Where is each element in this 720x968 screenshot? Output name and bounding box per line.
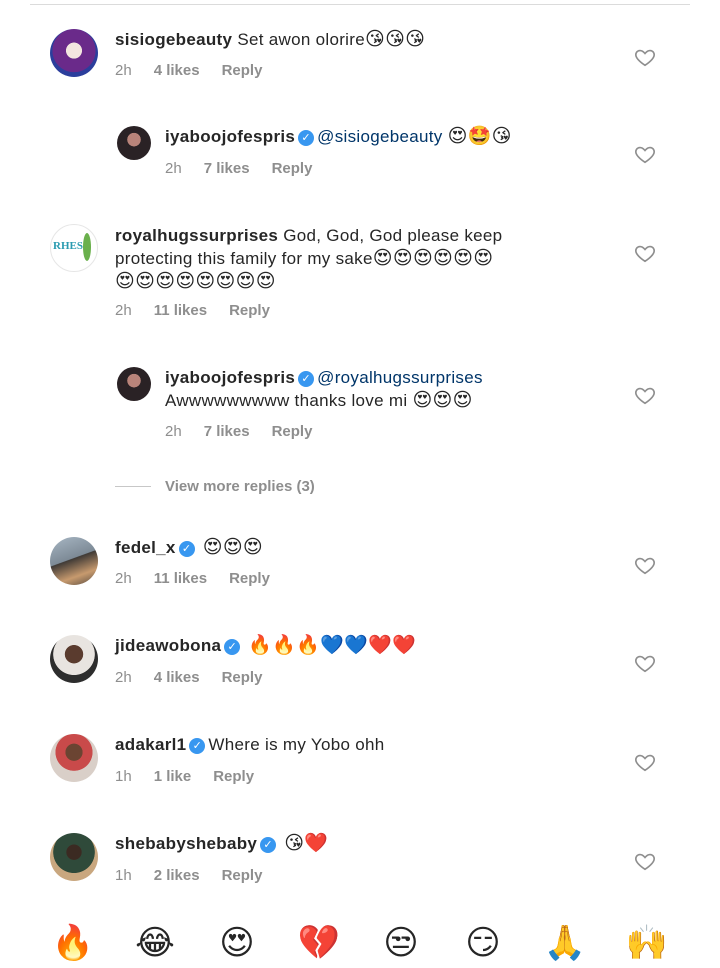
avatar[interactable] [50,833,98,881]
mention-link[interactable]: @royalhugssurprises [317,368,483,387]
likes-count[interactable]: 2 likes [154,867,200,884]
reply-button[interactable]: Reply [229,302,270,319]
timestamp: 2h [115,669,132,686]
reply-button[interactable]: Reply [222,669,263,686]
heart-eyes-emoji-button[interactable]: 😍 [215,923,259,963]
comment-text: fedel_x ✓ 😍😍😍 [115,536,263,559]
timestamp: 1h [115,768,132,785]
mention-link[interactable]: @sisiogebeauty [317,127,442,146]
emoji-text: 😍🤩😘 [447,126,512,147]
heart-icon[interactable] [634,554,656,576]
heart-icon[interactable] [634,850,656,872]
heart-icon[interactable] [634,384,656,406]
laughing-emoji-button[interactable]: 😂 [133,923,177,963]
likes-count[interactable]: 4 likes [154,669,200,686]
broken-heart-emoji-button[interactable]: 💔 [297,923,341,963]
pray-emoji-button[interactable]: 🙏 [543,923,587,963]
comment-text: jideawobona ✓ 🔥🔥🔥💙💙❤️❤️ [115,634,416,657]
emoji-text: 😘😘😘 [364,29,426,50]
avatar[interactable] [117,126,151,160]
username[interactable]: jideawobona [115,636,221,655]
timestamp: 2h [165,160,182,177]
avatar[interactable] [117,367,151,401]
reply-button[interactable]: Reply [213,768,254,785]
timestamp: 2h [115,302,132,319]
username[interactable]: adakarl1 [115,735,186,754]
timestamp: 2h [115,62,132,79]
likes-count[interactable]: 4 likes [154,62,200,79]
reply-button[interactable]: Reply [272,160,313,177]
username[interactable]: iyaboojofespris [165,368,295,387]
smirk-emoji-button[interactable]: 😏 [461,923,505,963]
verified-badge-icon: ✓ [224,639,241,655]
heart-icon[interactable] [634,242,656,264]
likes-count[interactable]: 7 likes [204,423,250,440]
unamused-emoji-button[interactable]: 😒 [379,923,423,963]
username[interactable]: royalhugssurprises [115,226,278,245]
likes-count[interactable]: 11 likes [154,570,207,587]
avatar[interactable] [50,537,98,585]
comment-meta: 1h 1 like Reply [115,768,276,785]
comment-text: iyaboojofespris ✓ @royalhugssurprises Awww… [165,368,483,411]
comment-text: shebabyshebaby ✓ 😘❤️ [115,832,328,855]
emoji-text: 😍😍😍 [202,537,264,558]
reply-button[interactable]: Reply [222,62,263,79]
verified-badge-icon: ✓ [260,837,277,853]
avatar[interactable] [50,734,98,782]
timestamp: 2h [165,423,182,440]
comment-meta: 2h 11 likes Reply [115,302,292,319]
heart-icon[interactable] [634,751,656,773]
heart-icon[interactable] [634,652,656,674]
reply-button[interactable]: Reply [229,570,270,587]
username[interactable]: iyaboojofespris [165,127,295,146]
timestamp: 1h [115,867,132,884]
view-more-replies-button[interactable]: View more replies (3) [115,478,315,495]
comment-text: iyaboojofespris ✓ @sisiogebeauty 😍🤩😘 [165,125,512,148]
likes-count[interactable]: 7 likes [204,160,250,177]
avatar[interactable]: RHES [50,224,98,272]
likes-count[interactable]: 11 likes [154,302,207,319]
verified-badge-icon: ✓ [189,738,206,754]
verified-badge-icon: ✓ [178,541,195,557]
heart-icon[interactable] [634,143,656,165]
raised-hands-emoji-button[interactable]: 🙌 [625,923,669,963]
timestamp: 2h [115,570,132,587]
reply-button[interactable]: Reply [222,867,263,884]
comment-text: adakarl1 ✓ Where is my Yobo ohh [115,735,385,754]
username[interactable]: shebabyshebaby [115,834,257,853]
divider-line [115,486,151,487]
emoji-quick-bar: 🔥 😂 😍 💔 😒 😏 🙏 🙌 [0,915,720,968]
comment-text: royalhugssurprises God, God, God please … [115,226,503,292]
avatar[interactable] [50,635,98,683]
emoji-text: 😍😍😍 [412,390,473,411]
comment-text: sisiogebeauty Set awon olorire😘😘😘 [115,29,426,50]
emoji-text: 🔥🔥🔥💙💙❤️❤️ [248,635,416,656]
comment-meta: 1h 2 likes Reply [115,867,284,884]
comment-meta: 2h 11 likes Reply [115,570,292,587]
emoji-text: 😘❤️ [284,833,329,854]
username[interactable]: sisiogebeauty [115,30,232,49]
likes-count[interactable]: 1 like [154,768,192,785]
comment-meta: 2h 4 likes Reply [115,669,284,686]
heart-icon[interactable] [634,46,656,68]
avatar-logo-text: RHES [53,240,83,252]
verified-badge-icon: ✓ [298,130,315,146]
comment-meta: 2h 7 likes Reply [165,423,334,440]
verified-badge-icon: ✓ [298,371,315,387]
username[interactable]: fedel_x [115,538,176,557]
comment-meta: 2h 7 likes Reply [165,160,334,177]
emoji-text: 😍😍😍😍😍😍 [372,248,494,269]
reply-button[interactable]: Reply [272,423,313,440]
comment-meta: 2h 4 likes Reply [115,62,284,79]
leaf-icon [83,233,91,261]
fire-emoji-button[interactable]: 🔥 [51,923,95,963]
emoji-text: 😍😍😍😍😍😍😍😍 [115,271,276,292]
top-divider [30,4,690,5]
avatar[interactable] [50,29,98,77]
